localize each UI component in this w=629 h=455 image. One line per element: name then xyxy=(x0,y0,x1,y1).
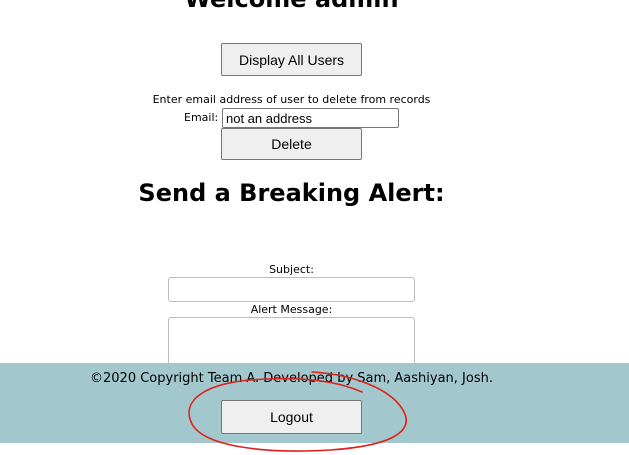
subject-input[interactable] xyxy=(168,277,415,302)
copyright-text: ©2020 Copyright Team A. Developed by Sam… xyxy=(90,371,493,386)
display-all-users-button[interactable]: Display All Users xyxy=(221,43,362,76)
subject-label: Subject: xyxy=(269,263,314,276)
delete-instructions: Enter email address of user to delete fr… xyxy=(152,93,431,106)
alert-message-label: Alert Message: xyxy=(250,303,333,316)
alert-heading: Send a Breaking Alert: xyxy=(138,179,445,207)
email-field[interactable] xyxy=(222,108,399,128)
admin-page: Welcome admin Display All Users Enter em… xyxy=(0,0,629,455)
below-footer-area xyxy=(0,443,629,455)
logout-button[interactable]: Logout xyxy=(221,400,362,434)
email-label: Email: xyxy=(184,111,219,124)
welcome-heading: Welcome admin xyxy=(0,0,583,14)
delete-button[interactable]: Delete xyxy=(221,128,362,160)
